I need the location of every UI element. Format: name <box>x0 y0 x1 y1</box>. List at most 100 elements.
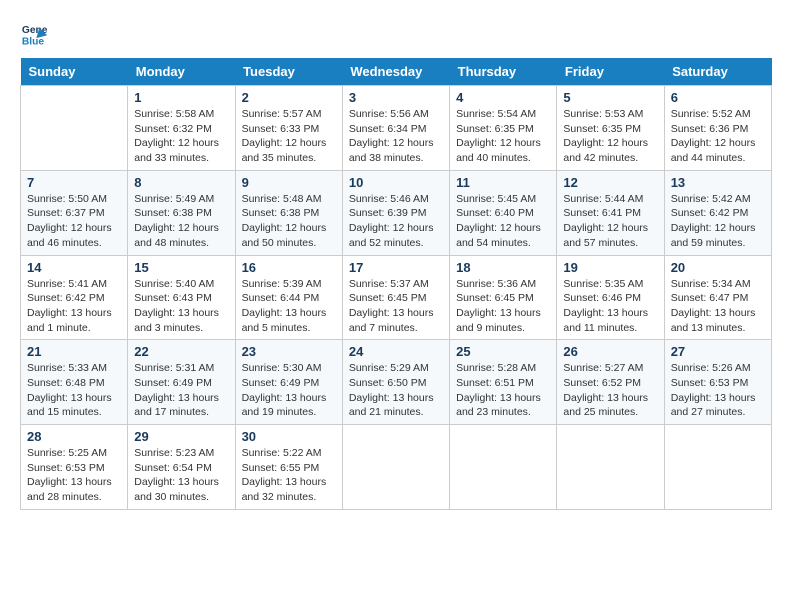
calendar-cell: 22Sunrise: 5:31 AM Sunset: 6:49 PM Dayli… <box>128 340 235 425</box>
calendar-cell: 4 Sunrise: 5:54 AM Sunset: 6:35 PM Daylig… <box>450 86 557 171</box>
cell-content: Sunrise: 5:39 AM Sunset: 6:44 PM Dayligh… <box>242 277 336 336</box>
cell-content: Sunrise: 5:36 AM Sunset: 6:45 PM Dayligh… <box>456 277 550 336</box>
cell-content: Sunrise: 5:37 AM Sunset: 6:45 PM Dayligh… <box>349 277 443 336</box>
calendar-cell: 9 Sunrise: 5:48 AM Sunset: 6:38 PM Daylig… <box>235 170 342 255</box>
calendar-cell: 21Sunrise: 5:33 AM Sunset: 6:48 PM Dayli… <box>21 340 128 425</box>
calendar-cell: 7Sunrise: 5:50 AM Sunset: 6:37 PM Daylig… <box>21 170 128 255</box>
cell-content: Sunrise: 5:26 AM Sunset: 6:53 PM Dayligh… <box>671 361 765 420</box>
day-number: 17 <box>349 260 443 275</box>
calendar-cell: 2Sunrise: 5:57 AM Sunset: 6:33 PM Daylig… <box>235 86 342 171</box>
cell-content: Sunrise: 5:50 AM Sunset: 6:37 PM Dayligh… <box>27 192 121 251</box>
day-number: 14 <box>27 260 121 275</box>
page-header: General Blue <box>20 20 772 48</box>
cell-content: Sunrise: 5:45 AM Sunset: 6:40 PM Dayligh… <box>456 192 550 251</box>
cell-content: Sunrise: 5:40 AM Sunset: 6:43 PM Dayligh… <box>134 277 228 336</box>
cell-content: Sunrise: 5:22 AM Sunset: 6:55 PM Dayligh… <box>242 446 336 505</box>
day-number: 16 <box>242 260 336 275</box>
calendar-cell: 26Sunrise: 5:27 AM Sunset: 6:52 PM Dayli… <box>557 340 664 425</box>
day-number: 23 <box>242 344 336 359</box>
calendar-week-5: 28 Sunrise: 5:25 AM Sunset: 6:53 PM Dayli… <box>21 425 772 510</box>
calendar-cell: 19 Sunrise: 5:35 AM Sunset: 6:46 PM Dayli… <box>557 255 664 340</box>
cell-content: Sunrise: 5:30 AM Sunset: 6:49 PM Dayligh… <box>242 361 336 420</box>
calendar-cell: 1Sunrise: 5:58 AM Sunset: 6:32 PM Daylig… <box>128 86 235 171</box>
cell-content: Sunrise: 5:42 AM Sunset: 6:42 PM Dayligh… <box>671 192 765 251</box>
cell-content: Sunrise: 5:46 AM Sunset: 6:39 PM Dayligh… <box>349 192 443 251</box>
calendar-cell: 12 Sunrise: 5:44 AM Sunset: 6:41 PM Dayli… <box>557 170 664 255</box>
day-number: 3 <box>349 90 443 105</box>
logo: General Blue <box>20 20 52 48</box>
calendar-cell <box>664 425 771 510</box>
day-number: 5 <box>563 90 657 105</box>
cell-content: Sunrise: 5:49 AM Sunset: 6:38 PM Dayligh… <box>134 192 228 251</box>
cell-content: Sunrise: 5:54 AM Sunset: 6:35 PM Dayligh… <box>456 107 550 166</box>
calendar-cell <box>557 425 664 510</box>
cell-content: Sunrise: 5:25 AM Sunset: 6:53 PM Dayligh… <box>27 446 121 505</box>
day-number: 8 <box>134 175 228 190</box>
calendar-body: 1Sunrise: 5:58 AM Sunset: 6:32 PM Daylig… <box>21 86 772 510</box>
day-number: 1 <box>134 90 228 105</box>
day-number: 29 <box>134 429 228 444</box>
calendar-cell: 25 Sunrise: 5:28 AM Sunset: 6:51 PM Dayli… <box>450 340 557 425</box>
day-number: 25 <box>456 344 550 359</box>
calendar-table: SundayMondayTuesdayWednesdayThursdayFrid… <box>20 58 772 510</box>
calendar-cell <box>450 425 557 510</box>
calendar-cell <box>342 425 449 510</box>
calendar-cell: 28 Sunrise: 5:25 AM Sunset: 6:53 PM Dayli… <box>21 425 128 510</box>
cell-content: Sunrise: 5:28 AM Sunset: 6:51 PM Dayligh… <box>456 361 550 420</box>
cell-content: Sunrise: 5:52 AM Sunset: 6:36 PM Dayligh… <box>671 107 765 166</box>
cell-content: Sunrise: 5:23 AM Sunset: 6:54 PM Dayligh… <box>134 446 228 505</box>
day-number: 2 <box>242 90 336 105</box>
day-number: 12 <box>563 175 657 190</box>
calendar-cell: 3 Sunrise: 5:56 AM Sunset: 6:34 PM Daylig… <box>342 86 449 171</box>
calendar-header-row: SundayMondayTuesdayWednesdayThursdayFrid… <box>21 58 772 86</box>
day-number: 15 <box>134 260 228 275</box>
calendar-cell: 24 Sunrise: 5:29 AM Sunset: 6:50 PM Dayli… <box>342 340 449 425</box>
day-number: 30 <box>242 429 336 444</box>
calendar-cell: 17 Sunrise: 5:37 AM Sunset: 6:45 PM Dayli… <box>342 255 449 340</box>
weekday-header-wednesday: Wednesday <box>342 58 449 86</box>
day-number: 26 <box>563 344 657 359</box>
calendar-cell: 29 Sunrise: 5:23 AM Sunset: 6:54 PM Dayli… <box>128 425 235 510</box>
calendar-cell: 20Sunrise: 5:34 AM Sunset: 6:47 PM Dayli… <box>664 255 771 340</box>
day-number: 22 <box>134 344 228 359</box>
cell-content: Sunrise: 5:48 AM Sunset: 6:38 PM Dayligh… <box>242 192 336 251</box>
calendar-cell: 14 Sunrise: 5:41 AM Sunset: 6:42 PM Dayli… <box>21 255 128 340</box>
cell-content: Sunrise: 5:56 AM Sunset: 6:34 PM Dayligh… <box>349 107 443 166</box>
calendar-week-1: 1Sunrise: 5:58 AM Sunset: 6:32 PM Daylig… <box>21 86 772 171</box>
day-number: 4 <box>456 90 550 105</box>
logo-icon: General Blue <box>20 20 48 48</box>
weekday-header-saturday: Saturday <box>664 58 771 86</box>
cell-content: Sunrise: 5:34 AM Sunset: 6:47 PM Dayligh… <box>671 277 765 336</box>
day-number: 19 <box>563 260 657 275</box>
calendar-cell: 10 Sunrise: 5:46 AM Sunset: 6:39 PM Dayli… <box>342 170 449 255</box>
calendar-cell: 13 Sunrise: 5:42 AM Sunset: 6:42 PM Dayli… <box>664 170 771 255</box>
calendar-cell: 30 Sunrise: 5:22 AM Sunset: 6:55 PM Dayli… <box>235 425 342 510</box>
weekday-header-monday: Monday <box>128 58 235 86</box>
calendar-cell: 23 Sunrise: 5:30 AM Sunset: 6:49 PM Dayli… <box>235 340 342 425</box>
day-number: 6 <box>671 90 765 105</box>
day-number: 27 <box>671 344 765 359</box>
weekday-header-thursday: Thursday <box>450 58 557 86</box>
day-number: 13 <box>671 175 765 190</box>
calendar-cell: 18Sunrise: 5:36 AM Sunset: 6:45 PM Dayli… <box>450 255 557 340</box>
day-number: 11 <box>456 175 550 190</box>
day-number: 24 <box>349 344 443 359</box>
day-number: 28 <box>27 429 121 444</box>
cell-content: Sunrise: 5:41 AM Sunset: 6:42 PM Dayligh… <box>27 277 121 336</box>
cell-content: Sunrise: 5:44 AM Sunset: 6:41 PM Dayligh… <box>563 192 657 251</box>
calendar-cell: 15 Sunrise: 5:40 AM Sunset: 6:43 PM Dayli… <box>128 255 235 340</box>
weekday-header-tuesday: Tuesday <box>235 58 342 86</box>
day-number: 9 <box>242 175 336 190</box>
calendar-cell: 8 Sunrise: 5:49 AM Sunset: 6:38 PM Daylig… <box>128 170 235 255</box>
cell-content: Sunrise: 5:35 AM Sunset: 6:46 PM Dayligh… <box>563 277 657 336</box>
calendar-week-3: 14 Sunrise: 5:41 AM Sunset: 6:42 PM Dayli… <box>21 255 772 340</box>
calendar-cell: 6 Sunrise: 5:52 AM Sunset: 6:36 PM Daylig… <box>664 86 771 171</box>
calendar-week-4: 21Sunrise: 5:33 AM Sunset: 6:48 PM Dayli… <box>21 340 772 425</box>
day-number: 10 <box>349 175 443 190</box>
cell-content: Sunrise: 5:29 AM Sunset: 6:50 PM Dayligh… <box>349 361 443 420</box>
calendar-cell: 11 Sunrise: 5:45 AM Sunset: 6:40 PM Dayli… <box>450 170 557 255</box>
day-number: 21 <box>27 344 121 359</box>
calendar-cell: 27 Sunrise: 5:26 AM Sunset: 6:53 PM Dayli… <box>664 340 771 425</box>
svg-text:Blue: Blue <box>22 36 45 47</box>
calendar-cell <box>21 86 128 171</box>
